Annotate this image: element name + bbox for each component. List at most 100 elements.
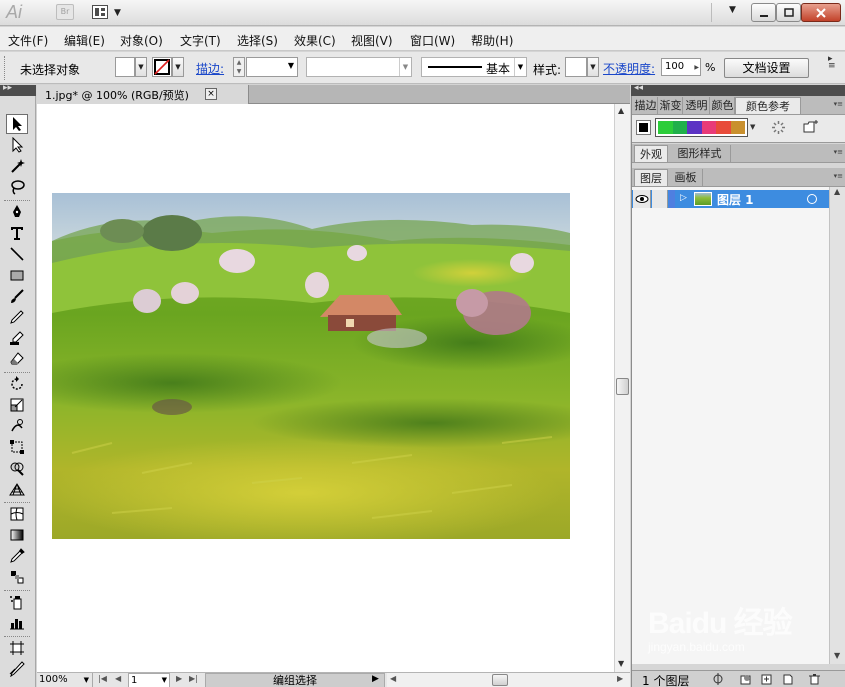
gradient-tool[interactable]	[6, 525, 28, 545]
edit-colors-icon[interactable]	[771, 120, 786, 135]
color-guide-swatch[interactable]	[716, 121, 731, 134]
visibility-toggle[interactable]	[633, 190, 651, 208]
artboard-number-select[interactable]: 1 ▼	[128, 673, 170, 687]
menu-type[interactable]: 文字(T)	[180, 32, 221, 49]
tab-transparency[interactable]: 透明	[684, 97, 710, 114]
eraser-tool[interactable]	[6, 349, 28, 369]
layer-name[interactable]: 图层 1	[717, 191, 754, 208]
horizontal-scroll-thumb[interactable]	[492, 674, 508, 686]
color-guide-swatch[interactable]	[687, 121, 702, 134]
stroke-panel-link[interactable]: 描边:	[196, 60, 224, 77]
variable-width-profile[interactable]: ▼	[306, 57, 412, 77]
rectangle-tool[interactable]	[6, 265, 28, 285]
scroll-down-icon[interactable]: ▼	[618, 659, 624, 668]
panel-dock-header[interactable]: ◂◂	[631, 83, 845, 96]
stroke-swatch[interactable]	[152, 57, 172, 77]
arrange-documents-button[interactable]: ▼	[92, 4, 124, 21]
tab-graphic-styles[interactable]: 图形样式	[669, 145, 731, 162]
harmony-color-strip[interactable]	[655, 118, 748, 137]
menu-edit[interactable]: 编辑(E)	[64, 32, 105, 49]
line-segment-tool[interactable]	[6, 244, 28, 264]
column-graph-tool[interactable]	[6, 613, 28, 633]
control-bar-grip[interactable]	[4, 56, 7, 80]
scale-tool[interactable]	[6, 395, 28, 415]
tools-panel-header[interactable]: ▸▸	[0, 83, 36, 96]
scroll-right-icon[interactable]: ▶	[617, 674, 623, 683]
last-artboard-icon[interactable]: ▶|	[189, 674, 198, 683]
panel-menu-icon[interactable]: ▾≡	[834, 100, 843, 108]
magic-wand-tool[interactable]	[6, 156, 28, 176]
trash-icon[interactable]	[808, 673, 820, 685]
minimize-button[interactable]	[751, 3, 776, 22]
scroll-up-icon[interactable]: ▲	[618, 106, 624, 115]
menu-help[interactable]: 帮助(H)	[471, 32, 513, 49]
perspective-grid-tool[interactable]	[6, 479, 28, 499]
opacity-panel-link[interactable]: 不透明度:	[603, 60, 655, 77]
paintbrush-tool[interactable]	[6, 286, 28, 306]
menu-object[interactable]: 对象(O)	[120, 32, 163, 49]
scroll-left-icon[interactable]: ◀	[390, 674, 396, 683]
vertical-scrollbar[interactable]: ▲ ▼	[614, 104, 630, 672]
fill-swatch[interactable]	[115, 57, 135, 77]
graphic-style-swatch[interactable]	[565, 57, 587, 77]
first-artboard-icon[interactable]: |◀	[98, 674, 107, 683]
control-bar-menu-icon[interactable]: ▸ ≡	[828, 55, 836, 71]
create-sublayer-icon[interactable]	[760, 673, 772, 685]
selection-tool[interactable]	[6, 114, 28, 134]
free-transform-tool[interactable]	[6, 437, 28, 457]
tab-color-guide[interactable]: 颜色参考	[735, 97, 801, 114]
scroll-up-icon[interactable]: ▲	[834, 187, 840, 196]
zoom-level-select[interactable]: 100% ▼	[37, 673, 93, 687]
warp-tool[interactable]	[6, 416, 28, 436]
pen-tool[interactable]	[6, 202, 28, 222]
status-menu-icon[interactable]: ▶	[372, 674, 379, 684]
maximize-button[interactable]	[776, 3, 801, 22]
menu-view[interactable]: 视图(V)	[351, 32, 393, 49]
tab-color[interactable]: 颜色	[711, 97, 735, 114]
tab-artboards[interactable]: 画板	[669, 169, 703, 186]
type-tool[interactable]	[6, 223, 28, 243]
blob-brush-tool[interactable]	[6, 328, 28, 348]
horizontal-scrollbar[interactable]: ◀ ▶	[387, 673, 630, 687]
color-guide-swatch[interactable]	[658, 121, 673, 134]
save-color-group-icon[interactable]	[802, 119, 820, 135]
symbol-sprayer-tool[interactable]	[6, 592, 28, 612]
tab-appearance[interactable]: 外观	[634, 145, 668, 162]
color-guide-swatch[interactable]	[701, 121, 716, 134]
menu-select[interactable]: 选择(S)	[237, 32, 278, 49]
slice-tool[interactable]	[6, 659, 28, 679]
eyedropper-tool[interactable]	[6, 546, 28, 566]
color-guide-swatch[interactable]	[730, 121, 745, 134]
placed-image-meadow[interactable]	[52, 193, 570, 539]
blend-tool[interactable]	[6, 567, 28, 587]
tab-stroke[interactable]: 描边	[634, 97, 658, 114]
vertical-scroll-thumb[interactable]	[616, 378, 629, 395]
workspace-switcher[interactable]: ▼	[729, 5, 736, 15]
panel-menu-icon[interactable]: ▾≡	[834, 148, 843, 156]
menu-effect[interactable]: 效果(C)	[294, 32, 336, 49]
document-tab[interactable]: 1.jpg* @ 100% (RGB/预览) ×	[37, 85, 249, 104]
pencil-tool[interactable]	[6, 307, 28, 327]
artboard-tool[interactable]	[6, 638, 28, 658]
mesh-tool[interactable]	[6, 504, 28, 524]
artboard-canvas[interactable]	[37, 104, 614, 672]
previous-artboard-icon[interactable]: ◀	[115, 674, 121, 683]
lock-toggle[interactable]	[652, 190, 668, 208]
stroke-weight-field[interactable]: ▼	[246, 57, 298, 77]
menu-window[interactable]: 窗口(W)	[410, 32, 455, 49]
next-artboard-icon[interactable]: ▶	[176, 674, 182, 683]
scroll-down-icon[interactable]: ▼	[834, 651, 840, 660]
style-dropdown[interactable]: ▼	[587, 57, 599, 77]
opacity-input[interactable]: 100 ▶	[661, 58, 701, 76]
document-setup-button[interactable]: 文档设置	[724, 58, 809, 78]
layer-target-icon[interactable]	[807, 194, 817, 204]
menu-file[interactable]: 文件(F)	[8, 32, 48, 49]
direct-selection-tool[interactable]	[6, 135, 28, 155]
rotate-tool[interactable]	[6, 374, 28, 394]
bridge-button[interactable]: Br	[56, 4, 74, 20]
layers-scrollbar[interactable]: ▲ ▼	[829, 187, 845, 664]
expand-layer-icon[interactable]: ▷	[680, 193, 687, 203]
shape-builder-tool[interactable]	[6, 458, 28, 478]
lasso-tool[interactable]	[6, 177, 28, 197]
harmony-rules-dropdown[interactable]: ▼	[750, 118, 760, 137]
